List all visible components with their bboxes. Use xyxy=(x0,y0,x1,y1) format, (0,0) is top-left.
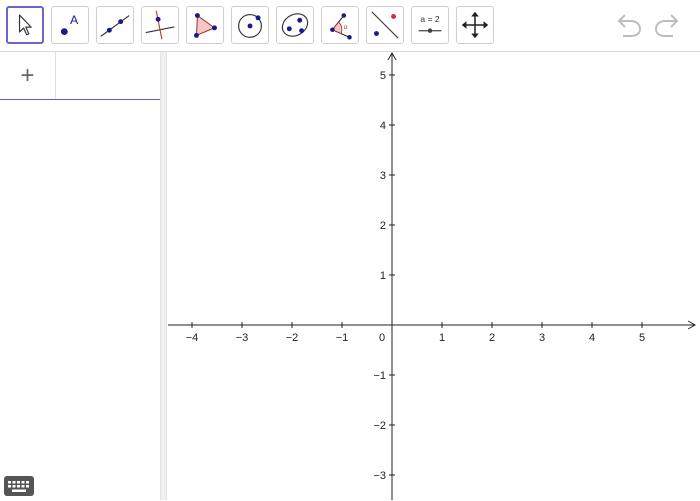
point-icon: A xyxy=(60,13,79,36)
circle-center-point-icon xyxy=(238,14,262,38)
x-tick-label: −1 xyxy=(336,332,349,344)
point-label: A xyxy=(70,13,79,27)
angle-label: α xyxy=(344,24,348,31)
y-tick-label: 2 xyxy=(380,220,386,232)
angle-icon: α xyxy=(330,13,352,40)
x-tick-label: 0 xyxy=(379,332,385,344)
reflect-tool-button[interactable] xyxy=(366,6,404,44)
slider-label: a = 2 xyxy=(420,14,439,24)
line-tool-button[interactable] xyxy=(96,6,134,44)
conic-ellipse-icon xyxy=(281,13,309,37)
perpendicular-line-tool-button[interactable] xyxy=(141,6,179,44)
angle-tool-button[interactable]: α xyxy=(321,6,359,44)
view-splitter[interactable] xyxy=(160,52,167,500)
polygon-icon xyxy=(194,13,217,38)
add-item-button[interactable]: + xyxy=(0,52,56,99)
polygon-tool-button[interactable] xyxy=(186,6,224,44)
x-tick-label: −2 xyxy=(286,332,299,344)
move-tool-button[interactable] xyxy=(6,6,44,44)
slider-tool-button[interactable]: a = 2 xyxy=(411,6,449,44)
slider-icon: a = 2 xyxy=(418,14,442,33)
redo-icon xyxy=(654,14,679,37)
conic-tool-button[interactable] xyxy=(276,6,314,44)
toolbar: A α a = 2 xyxy=(0,0,700,52)
redo-button[interactable] xyxy=(652,12,682,40)
y-tick-label: 1 xyxy=(380,270,386,282)
x-tick-label: 5 xyxy=(639,332,645,344)
y-tick-label: 3 xyxy=(380,170,386,182)
coordinate-axes: −4 −3 −2 −1 0 1 2 3 4 5 5 4 3 2 1 −1 −2 −3 xyxy=(168,52,697,500)
x-tick-label: 1 xyxy=(439,332,445,344)
move-graphics-view-tool-button[interactable] xyxy=(456,6,494,44)
x-tick-label: −3 xyxy=(236,332,249,344)
x-tick-label: 4 xyxy=(589,332,595,344)
perpendicular-line-icon xyxy=(145,10,175,40)
keyboard-button[interactable] xyxy=(4,476,34,496)
y-tick-label: −2 xyxy=(373,420,386,432)
undo-button[interactable] xyxy=(614,12,644,40)
algebra-input-row[interactable]: + xyxy=(0,52,160,100)
x-tick-label: 3 xyxy=(539,332,545,344)
graphics-view[interactable]: −4 −3 −2 −1 0 1 2 3 4 5 5 4 3 2 1 −1 −2 −3 xyxy=(168,52,700,500)
x-tick-label: −4 xyxy=(186,332,199,344)
point-tool-button[interactable]: A xyxy=(51,6,89,44)
y-tick-label: 5 xyxy=(380,70,386,82)
y-tick-label: 4 xyxy=(380,120,386,132)
x-tick-label: 2 xyxy=(489,332,495,344)
keyboard-icon xyxy=(8,481,29,492)
move-arrow-icon xyxy=(18,14,32,36)
algebra-view: + xyxy=(0,52,160,500)
reflect-about-line-icon xyxy=(371,11,399,39)
plus-icon: + xyxy=(20,61,35,89)
line-icon xyxy=(100,15,130,37)
undo-icon xyxy=(617,14,642,37)
y-tick-label: −1 xyxy=(373,370,386,382)
circle-tool-button[interactable] xyxy=(231,6,269,44)
y-tick-label: −3 xyxy=(373,470,386,482)
move-graphics-view-icon xyxy=(461,11,489,39)
